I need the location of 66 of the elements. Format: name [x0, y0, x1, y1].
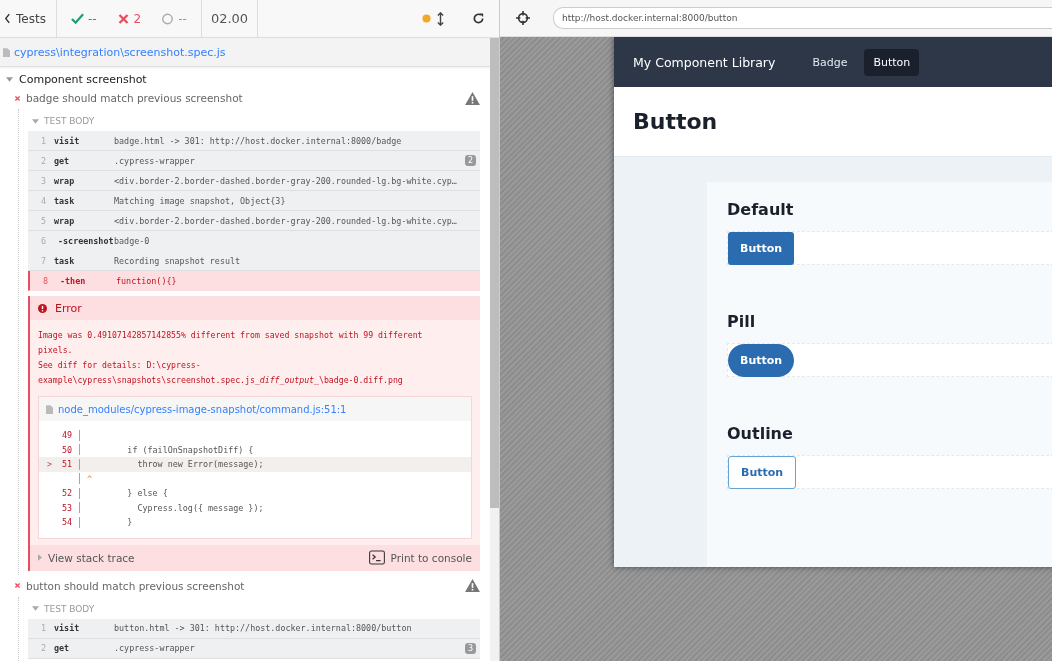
- terminal-icon: [368, 550, 385, 565]
- demo-button[interactable]: Button: [728, 343, 795, 377]
- section-heading: Outline: [727, 424, 794, 443]
- line-number: 52: [61, 488, 72, 499]
- error-icon: [38, 303, 47, 313]
- scrollbar[interactable]: [490, 38, 499, 661]
- code-text: }: [126, 517, 133, 528]
- warning-icon[interactable]: [465, 579, 480, 592]
- section-heading: Default: [727, 200, 795, 219]
- caret-icon: [38, 554, 42, 561]
- passed-count: --: [87, 11, 97, 26]
- warning-icon[interactable]: [465, 91, 480, 105]
- line-number: 51: [61, 459, 72, 470]
- error-message: Image was 0.49107142857142855% different from saved snapshot with 99 different pixels.: [38, 329, 424, 357]
- duration: 02.00: [210, 11, 249, 26]
- chevron-left-icon: [4, 13, 11, 24]
- command-row[interactable]: 1 visit badge.html -> 301: http://host.docker.internal:8000/badge: [28, 131, 480, 151]
- demo-button[interactable]: Button: [728, 231, 795, 265]
- code-text: throw new Error(message);: [136, 459, 264, 470]
- command-row[interactable]: 2 get .cypress-wrapper 2: [28, 151, 480, 171]
- pending-count: --: [178, 11, 187, 26]
- command-row[interactable]: 4 task Matching image snapshot, Object{3}: [28, 191, 480, 211]
- nav-link[interactable]: Badge: [803, 48, 857, 76]
- view-stack-trace-button[interactable]: View stack trace: [38, 551, 135, 564]
- failed-count: 2: [133, 11, 142, 26]
- circle-icon: [161, 12, 175, 25]
- url-field[interactable]: http://host.docker.internal:8000/button: [553, 7, 1052, 29]
- demo-button[interactable]: Button: [728, 455, 797, 489]
- caret-icon: [32, 118, 39, 124]
- caret-icon: [6, 76, 13, 82]
- test-title[interactable]: badge should match previous screenshot: [26, 92, 243, 104]
- section-heading: Pill: [727, 312, 757, 331]
- suite-title[interactable]: Component screenshot: [19, 72, 147, 86]
- resize-arrows-icon[interactable]: [437, 11, 444, 26]
- command-row[interactable]: 3 wrap <div.border-2.border-dashed.border-gray-200.rounded-lg.bg-white.cyp…: [28, 171, 480, 191]
- line-number: 53: [61, 502, 72, 513]
- page-heading: Button: [633, 109, 718, 134]
- command-row[interactable]: 7 task Recording snapshot result: [28, 251, 480, 271]
- file-icon: [46, 404, 53, 414]
- pointer-mark: >: [46, 459, 52, 470]
- print-to-console-button[interactable]: Print to console: [368, 550, 472, 565]
- code-text: if (failOnSnapshotDiff) {: [126, 444, 254, 455]
- cross-icon: [116, 12, 130, 25]
- command-row[interactable]: 5 wrap <div.border-2.border-dashed.border-gray-200.rounded-lg.bg-white.cyp…: [28, 211, 480, 231]
- error-message: See diff for details: D:\cypress-example\cypress\snapshots\screenshot.spec.js_diff_output_\badge-0.diff.png: [38, 359, 404, 387]
- check-icon: [70, 12, 84, 25]
- error-title: Error: [55, 301, 82, 315]
- command-row[interactable]: 6 -screenshotbadge-0: [28, 231, 480, 251]
- command-row[interactable]: 1 visit button.html -> 301: http://host.docker.internal:8000/button: [28, 618, 480, 639]
- code-text: Cypress.log({ message });: [136, 502, 264, 513]
- line-number: 54: [61, 517, 72, 528]
- nav-link[interactable]: Button: [864, 48, 920, 76]
- line-number: 49: [61, 430, 72, 441]
- test-title[interactable]: button should match previous screenshot: [26, 579, 245, 592]
- brand-title[interactable]: My Component Library: [633, 54, 776, 70]
- command-row[interactable]: 8 -then function(){}: [28, 271, 480, 291]
- caret-icon: [32, 606, 39, 611]
- line-number: 50: [61, 444, 72, 455]
- crosshair-icon[interactable]: [516, 11, 530, 25]
- tests-back-button[interactable]: Tests: [0, 0, 57, 37]
- status-dot-icon: [422, 14, 431, 23]
- code-text: } else {: [126, 488, 168, 499]
- reload-icon[interactable]: [472, 12, 485, 25]
- command-row[interactable]: 2 get .cypress-wrapper 3: [28, 638, 480, 659]
- code-text: ^: [87, 473, 93, 484]
- file-icon: [3, 47, 10, 57]
